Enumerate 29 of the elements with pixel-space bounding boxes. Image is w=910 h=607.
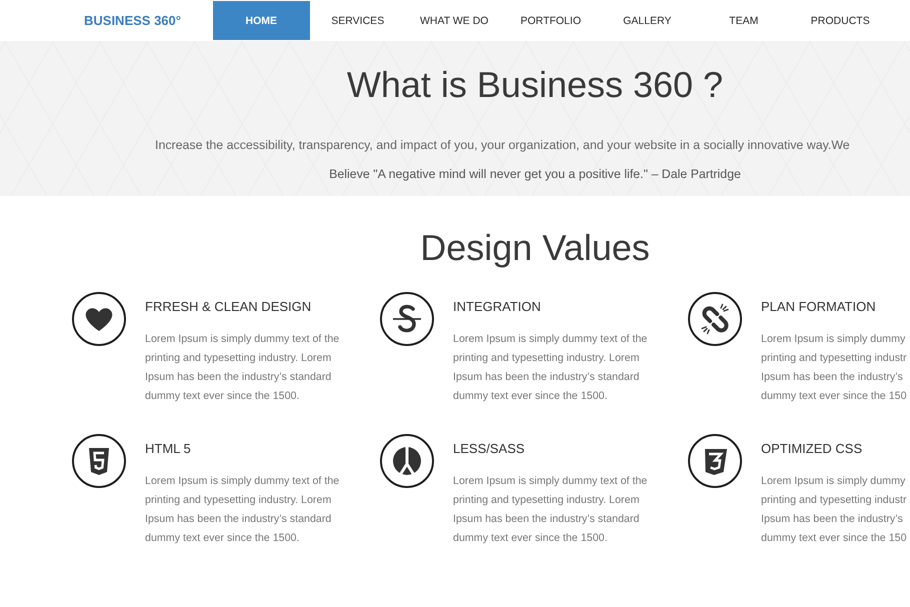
nav-link[interactable]: HOME [213,1,310,40]
card-title: INTEGRATION [453,298,542,316]
hero-title: What is Business 360 ? [346,67,724,103]
card-description: Lorem Ipsum is simply dummy text of the printing and typesetting industry. Lorem Ipsum has been the industry’s standard dummy text ever since the 1500. [453,474,648,546]
section-heading: Design Values [419,230,651,266]
card-title: HTML 5 [145,440,192,458]
hero-tagline: Increase the accessibility, transparency, and impact of you, your organization, and your website in a socially innovative way.We [154,137,851,154]
nav-link[interactable]: PORTFOLIO [502,1,599,40]
card-title: PLAN FORMATION [761,298,877,316]
card-description: Lorem Ipsum is simply dummy printing and typesetting industr Ipsum has been the industry’s dummy text ever since the 150 [761,332,907,404]
hero-quote: Believe "A negative mind will never get you a positive life." – Dale Partridge [328,166,742,183]
card-description: Lorem Ipsum is simply dummy text of the printing and typesetting industry. Lorem Ipsum has been the industry’s standard dummy text ever since the 1500. [145,332,340,404]
strikethrough-s-icon [380,292,434,346]
card-title: LESS/SASS [453,440,526,458]
broken-link-icon [688,292,742,346]
site-logo[interactable]: BUSINESS 360° [84,13,213,28]
card-description: Lorem Ipsum is simply dummy text of the printing and typesetting industry. Lorem Ipsum has been the industry’s standard dummy text ever since the 1500. [453,332,648,404]
nav-link[interactable]: PRODUCTS [792,1,888,40]
nav-link[interactable]: TEAM [696,1,792,40]
nav-link[interactable]: WHAT WE DO [406,1,502,40]
html5-shield-icon [72,434,126,488]
card-title: FRRESH & CLEAN DESIGN [145,298,312,316]
card-title: OPTIMIZED CSS [761,440,864,458]
card-description: Lorem Ipsum is simply dummy printing and typesetting industr Ipsum has been the industry’s dummy text ever since the 150 [761,474,907,546]
nav-link[interactable]: GALLERY [599,1,696,40]
nav-link[interactable]: SERVICES [310,1,406,40]
css3-shield-icon [688,434,742,488]
emblem-icon [380,434,434,488]
card-description: Lorem Ipsum is simply dummy text of the printing and typesetting industry. Lorem Ipsum has been the industry’s standard dummy text ever since the 1500. [145,474,340,546]
